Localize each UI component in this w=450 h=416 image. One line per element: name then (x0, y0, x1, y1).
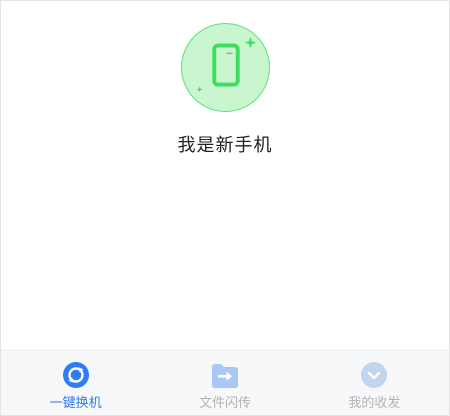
tab-file-transfer[interactable]: 文件闪传 (150, 351, 299, 415)
phone-switch-icon (62, 362, 89, 388)
file-transfer-icon (211, 364, 238, 388)
tab-label: 文件闪传 (198, 396, 251, 411)
new-phone-button[interactable] (181, 23, 270, 112)
page-title: 我是新手机 (177, 135, 273, 156)
tab-label: 我的收发 (348, 396, 401, 411)
bottom-tab-bar: 一键换机 文件闪传 我的收发 (1, 350, 449, 415)
app-screen: 我是新手机 一键换机 文件闪传 我的收发 (0, 0, 450, 416)
tab-phone-switch[interactable]: 一键换机 (1, 351, 150, 415)
tab-label: 一键换机 (49, 396, 102, 411)
tab-my-transfers[interactable]: 我的收发 (300, 351, 449, 415)
phone-icon (196, 36, 257, 93)
my-transfers-icon (361, 362, 388, 388)
